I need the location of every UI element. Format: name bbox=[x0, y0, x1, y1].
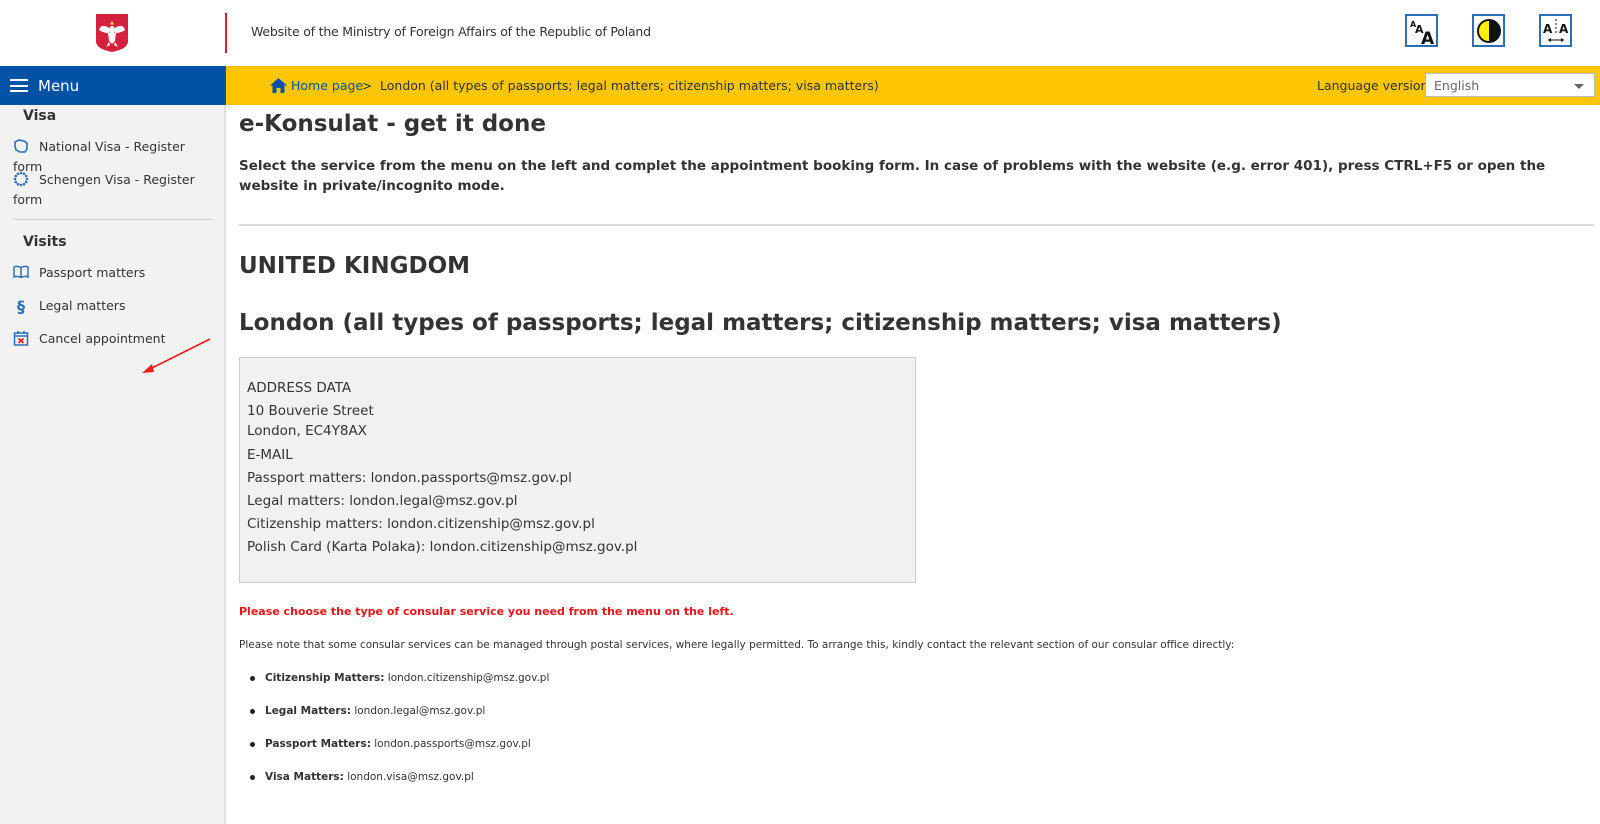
email-line: Citizenship matters: london.citizenship@… bbox=[247, 516, 595, 532]
eu-stars-icon bbox=[13, 171, 29, 187]
breadcrumb-current: London (all types of passports; legal ma… bbox=[380, 78, 879, 93]
sidebar-item-label: Passport matters bbox=[39, 265, 146, 280]
site-header: Website of the Ministry of Foreign Affai… bbox=[0, 0, 1600, 66]
intro-text: Select the service from the menu on the … bbox=[239, 158, 1546, 194]
country-heading: UNITED KINGDOM bbox=[239, 253, 471, 279]
contact-label: Legal Matters: bbox=[265, 705, 351, 717]
breadcrumb: Home page > London (all types of passpor… bbox=[226, 66, 1600, 105]
hamburger-icon bbox=[10, 79, 28, 92]
menu-label: Menu bbox=[38, 76, 80, 95]
sidebar-heading-visa: Visa bbox=[23, 108, 57, 124]
contact-email[interactable]: london.passports@msz.gov.pl bbox=[374, 738, 531, 750]
contact-label: Citizenship Matters: bbox=[265, 672, 385, 684]
site-title: Website of the Ministry of Foreign Affai… bbox=[251, 24, 651, 39]
sidebar-item-label: Legal matters bbox=[39, 298, 126, 313]
letter-spacing-icon: A A bbox=[1543, 18, 1569, 42]
annotation-arrow-icon bbox=[142, 338, 211, 373]
poland-map-icon bbox=[14, 139, 28, 153]
svg-text:A: A bbox=[1543, 22, 1553, 36]
postal-note: Please note that some consular services … bbox=[239, 639, 1235, 651]
home-icon bbox=[270, 78, 287, 93]
email-line: Passport matters: london.passports@msz.g… bbox=[247, 470, 572, 486]
home-link-label: Home page bbox=[291, 78, 364, 93]
contact-email[interactable]: london.citizenship@msz.gov.pl bbox=[388, 672, 550, 684]
sidebar-item-label: National Visa - Register form bbox=[13, 139, 185, 174]
address-street: 10 Bouverie Street bbox=[247, 403, 374, 419]
letter-spacing-button[interactable]: A A bbox=[1539, 14, 1572, 47]
email-line: Polish Card (Karta Polaka): london.citiz… bbox=[247, 539, 638, 555]
sidebar-divider bbox=[13, 219, 213, 220]
list-item: Legal Matters: london.legal@msz.gov.pl bbox=[249, 701, 549, 734]
contact-label: Passport Matters: bbox=[265, 738, 371, 750]
font-size-icon: A A A bbox=[1410, 20, 1435, 45]
sidebar-item-legal-matters[interactable]: § Legal matters bbox=[13, 296, 213, 316]
contact-label: Visa Matters: bbox=[265, 771, 344, 783]
email-line: Legal matters: london.legal@msz.gov.pl bbox=[247, 493, 518, 509]
address-heading: ADDRESS DATA bbox=[247, 380, 352, 396]
font-size-button[interactable]: A A A bbox=[1405, 14, 1438, 47]
breadcrumb-separator: > bbox=[362, 78, 373, 93]
svg-text:A: A bbox=[1421, 29, 1435, 45]
sidebar-item-passport-matters[interactable]: Passport matters bbox=[13, 263, 213, 283]
language-selected-value: English bbox=[1434, 77, 1480, 93]
menu-toggle-button[interactable]: Menu bbox=[0, 66, 226, 105]
book-icon bbox=[13, 265, 29, 279]
contact-email[interactable]: london.visa@msz.gov.pl bbox=[347, 771, 474, 783]
office-heading: London (all types of passports; legal ma… bbox=[239, 310, 1282, 336]
address-box: ADDRESS DATA 10 Bouverie Street London, … bbox=[239, 357, 916, 583]
contact-list: Citizenship Matters: london.citizenship@… bbox=[249, 668, 550, 800]
email-heading: E-MAIL bbox=[247, 447, 293, 463]
paragraph-icon: § bbox=[17, 297, 25, 316]
calendar-cancel-icon bbox=[13, 331, 29, 346]
list-item: Citizenship Matters: london.citizenship@… bbox=[249, 668, 550, 701]
chevron-down-icon bbox=[1574, 84, 1584, 89]
list-item: Visa Matters: london.visa@msz.gov.pl bbox=[249, 767, 549, 800]
header-divider bbox=[225, 13, 227, 53]
content-divider bbox=[239, 224, 1594, 226]
page-title: e-Konsulat - get it done bbox=[239, 111, 546, 137]
sidebar-item-schengen-visa[interactable]: Schengen Visa - Register form bbox=[13, 170, 213, 210]
list-item: Passport Matters: london.passports@msz.g… bbox=[249, 734, 549, 767]
breadcrumb-home-link[interactable]: Home page bbox=[270, 78, 363, 93]
language-label: Language version bbox=[1317, 78, 1429, 93]
contrast-button[interactable] bbox=[1472, 14, 1505, 47]
polish-eagle-emblem-icon[interactable] bbox=[95, 13, 129, 53]
service-warning: Please choose the type of consular servi… bbox=[239, 605, 734, 618]
sidebar: Visa National Visa - Register form Schen… bbox=[0, 105, 226, 824]
language-select[interactable]: English bbox=[1425, 73, 1595, 97]
address-city: London, EC4Y8AX bbox=[247, 423, 367, 439]
svg-text:A: A bbox=[1559, 22, 1569, 36]
sidebar-heading-visits: Visits bbox=[23, 234, 67, 250]
contrast-icon bbox=[1476, 18, 1501, 43]
sidebar-item-label: Schengen Visa - Register form bbox=[13, 172, 195, 207]
contact-email[interactable]: london.legal@msz.gov.pl bbox=[354, 705, 485, 717]
